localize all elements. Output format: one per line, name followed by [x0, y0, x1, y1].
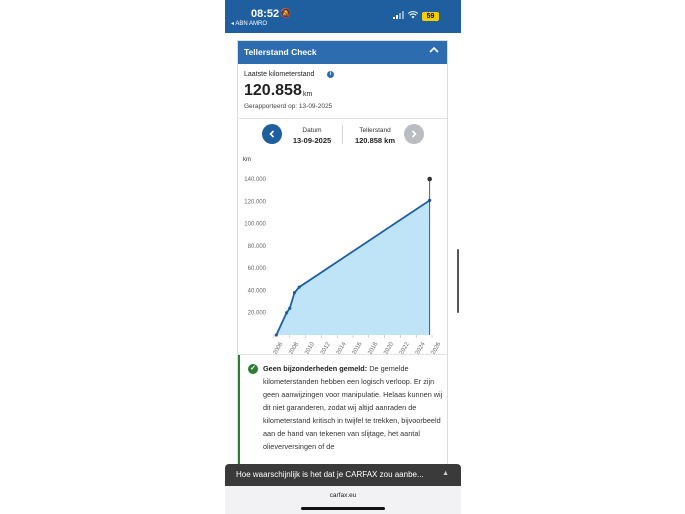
notice-text: Geen bijzonderheden gemeld: De gemelde k…	[263, 362, 443, 453]
x-tick-label: 2006	[272, 341, 284, 354]
home-indicator	[301, 507, 385, 510]
reading-header: Tellerstand	[359, 127, 391, 134]
y-tick-label: 100.000	[244, 222, 266, 228]
reported-date: Gerapporteerd op: 13-09-2025	[244, 103, 333, 110]
check-circle-icon: ✓	[248, 364, 258, 374]
data-point	[297, 285, 301, 289]
previous-reading-button[interactable]	[262, 124, 282, 144]
scrollbar[interactable]	[457, 249, 459, 313]
column-separator	[342, 125, 343, 144]
reading-value: 120.858 km	[354, 136, 396, 145]
odometer-check-card: Tellerstand Check Laatste kilometerstand…	[237, 40, 448, 475]
x-tick-label: 2018	[367, 341, 379, 354]
chevron-up-icon[interactable]	[429, 46, 439, 57]
info-icon[interactable]: i	[327, 71, 334, 78]
latest-reading-value: 120.858	[244, 82, 302, 99]
date-column: Datum 13-09-2025	[288, 127, 336, 145]
card-header[interactable]: Tellerstand Check	[238, 41, 447, 64]
x-tick-label: 2024	[415, 341, 427, 354]
y-axis-unit: km	[243, 157, 251, 163]
latest-reading-label: Laatste kilometerstand	[244, 71, 315, 78]
date-header: Datum	[302, 127, 322, 134]
banner-text: Hoe waarschijnlijk is het dat je CARFAX …	[236, 470, 424, 479]
data-point	[292, 291, 297, 295]
mute-bell-icon: 🔕	[280, 8, 292, 18]
no-issues-notice: ✓ Geen bijzonderheden gemeld: De gemelde…	[238, 355, 447, 475]
data-point	[274, 333, 278, 337]
x-tick-label: 2026	[431, 341, 443, 354]
odometer-chart[interactable]: km 20.000 40.000 60.000 80.000 100.000 120.000…	[238, 149, 447, 354]
signal-icon	[393, 11, 404, 19]
back-to-app-link[interactable]: ◂ ABN AMRO	[231, 20, 267, 27]
url-text: carfax.eu	[329, 492, 357, 499]
selected-reading-marker	[427, 176, 432, 182]
phone-screen: 08:52 🔕 ◂ ABN AMRO 59 Tellerstand Check …	[225, 0, 461, 514]
y-tick-label: 20.000	[248, 311, 267, 317]
card-title: Tellerstand Check	[244, 47, 317, 57]
x-tick-label: 2012	[320, 341, 332, 354]
chevron-left-icon	[269, 130, 275, 138]
date-value: 13-09-2025	[292, 136, 332, 145]
notice-heading: Geen bijzonderheden gemeld:	[263, 364, 368, 373]
wifi-icon	[407, 11, 419, 21]
x-tick-label: 2014	[336, 341, 348, 354]
data-point	[285, 311, 289, 315]
y-tick-label: 80.000	[248, 244, 267, 250]
x-tick-label: 2008	[288, 341, 300, 354]
x-tick-label: 2020	[383, 341, 395, 354]
latest-reading-unit: km	[303, 91, 313, 98]
page-content: Tellerstand Check Laatste kilometerstand…	[225, 33, 461, 475]
data-point	[288, 306, 292, 310]
y-tick-label: 40.000	[248, 288, 267, 294]
y-tick-label: 120.000	[244, 199, 266, 205]
triangle-up-icon[interactable]: ▲	[442, 470, 449, 477]
x-tick-label: 2016	[352, 341, 364, 354]
battery-indicator: 59	[422, 12, 439, 21]
browser-url-bar[interactable]: carfax.eu	[225, 486, 461, 514]
feedback-banner[interactable]: Hoe waarschijnlijk is het dat je CARFAX …	[225, 464, 461, 486]
notice-body: De gemelde kilometerstanden hebben een l…	[263, 364, 443, 451]
next-reading-button[interactable]	[404, 124, 424, 144]
chevron-right-icon	[411, 130, 417, 138]
x-tick-label: 2022	[399, 341, 411, 354]
status-bar: 08:52 🔕 ◂ ABN AMRO 59	[225, 0, 461, 33]
y-tick-label: 60.000	[248, 266, 267, 272]
divider	[238, 118, 447, 119]
status-time: 08:52	[251, 8, 280, 20]
x-tick-label: 2010	[304, 341, 316, 354]
reading-column: Tellerstand 120.858 km	[348, 127, 402, 145]
y-tick-label: 140.000	[244, 177, 266, 183]
area-fill	[276, 200, 430, 335]
